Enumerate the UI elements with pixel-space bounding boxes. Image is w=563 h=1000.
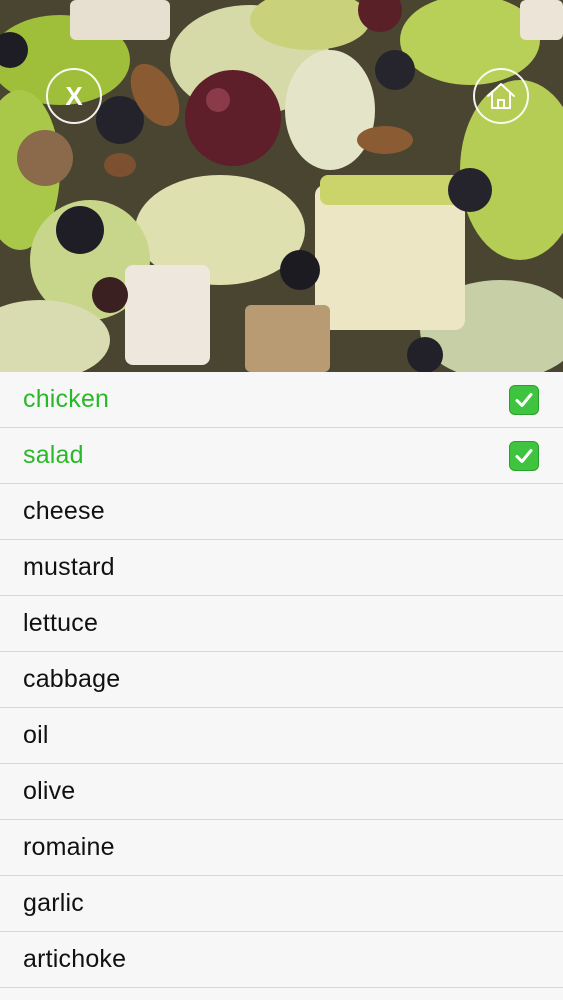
home-button[interactable] — [473, 68, 529, 124]
check-mark-icon — [509, 384, 539, 415]
list-item[interactable]: olive — [0, 764, 563, 820]
ingredient-list: chicken salad cheese mustard lettuce cabbage o… — [0, 372, 563, 988]
home-icon — [487, 83, 515, 109]
list-item[interactable]: oil — [0, 708, 563, 764]
list-item-label: cabbage — [23, 665, 121, 693]
list-item[interactable]: romaine — [0, 820, 563, 876]
list-item[interactable]: salad — [0, 428, 563, 484]
list-item[interactable]: cabbage — [0, 652, 563, 708]
list-item[interactable]: garlic — [0, 876, 563, 932]
list-item[interactable]: mustard — [0, 540, 563, 596]
close-icon: X — [65, 80, 83, 111]
list-item-label: olive — [23, 777, 76, 805]
check-mark-icon — [509, 440, 539, 471]
list-item[interactable]: chicken — [0, 372, 563, 428]
list-item[interactable]: cheese — [0, 484, 563, 540]
close-button[interactable]: X — [46, 68, 102, 124]
list-item-label: salad — [23, 441, 84, 469]
list-item-label: chicken — [23, 385, 110, 413]
salad-image — [0, 0, 563, 372]
list-item[interactable]: lettuce — [0, 596, 563, 652]
list-item-label: cheese — [23, 497, 105, 525]
list-item-label: artichoke — [23, 945, 127, 973]
list-item-label: oil — [23, 721, 49, 749]
list-item-label: garlic — [23, 889, 84, 917]
list-item-label: lettuce — [23, 609, 99, 637]
food-photo: X — [0, 0, 563, 372]
list-item[interactable]: artichoke — [0, 932, 563, 988]
list-item-label: mustard — [23, 553, 115, 581]
list-item-label: romaine — [23, 833, 115, 861]
